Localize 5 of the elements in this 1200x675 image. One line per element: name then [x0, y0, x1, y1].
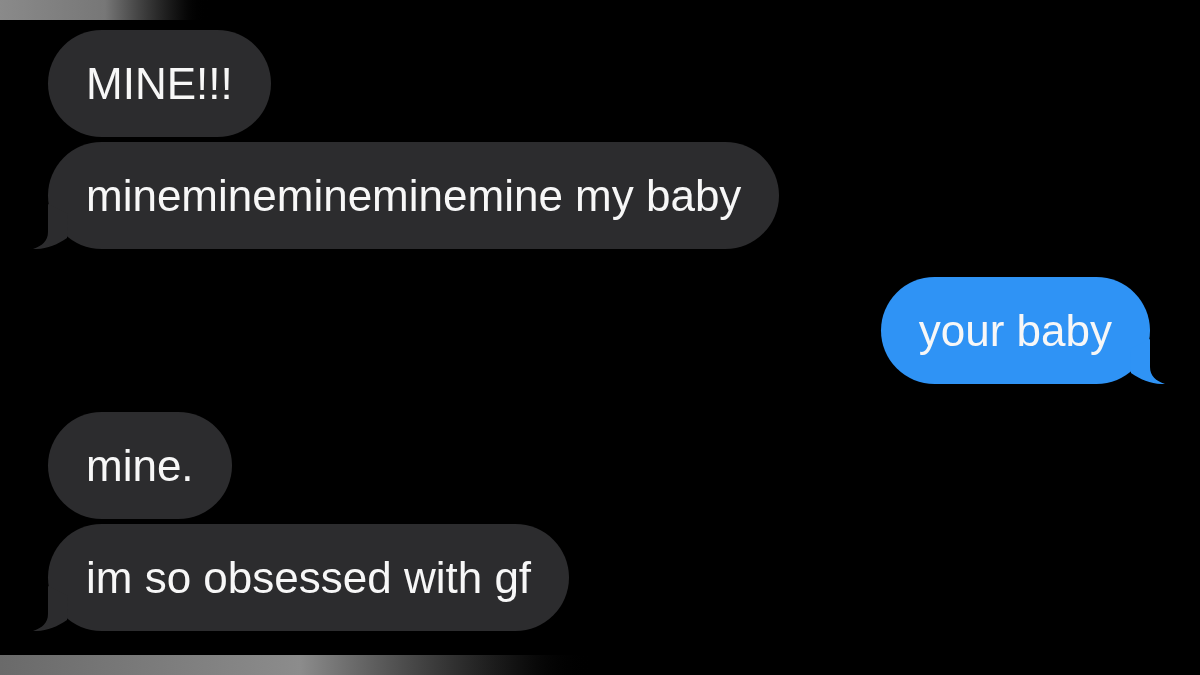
message-text: mine. [86, 443, 194, 488]
message-text: mineminemineminemine my baby [86, 173, 742, 218]
message-text: your baby [918, 308, 1112, 353]
message-text: im so obsessed with gf [86, 555, 532, 600]
message-text: MINE!!! [86, 61, 233, 106]
